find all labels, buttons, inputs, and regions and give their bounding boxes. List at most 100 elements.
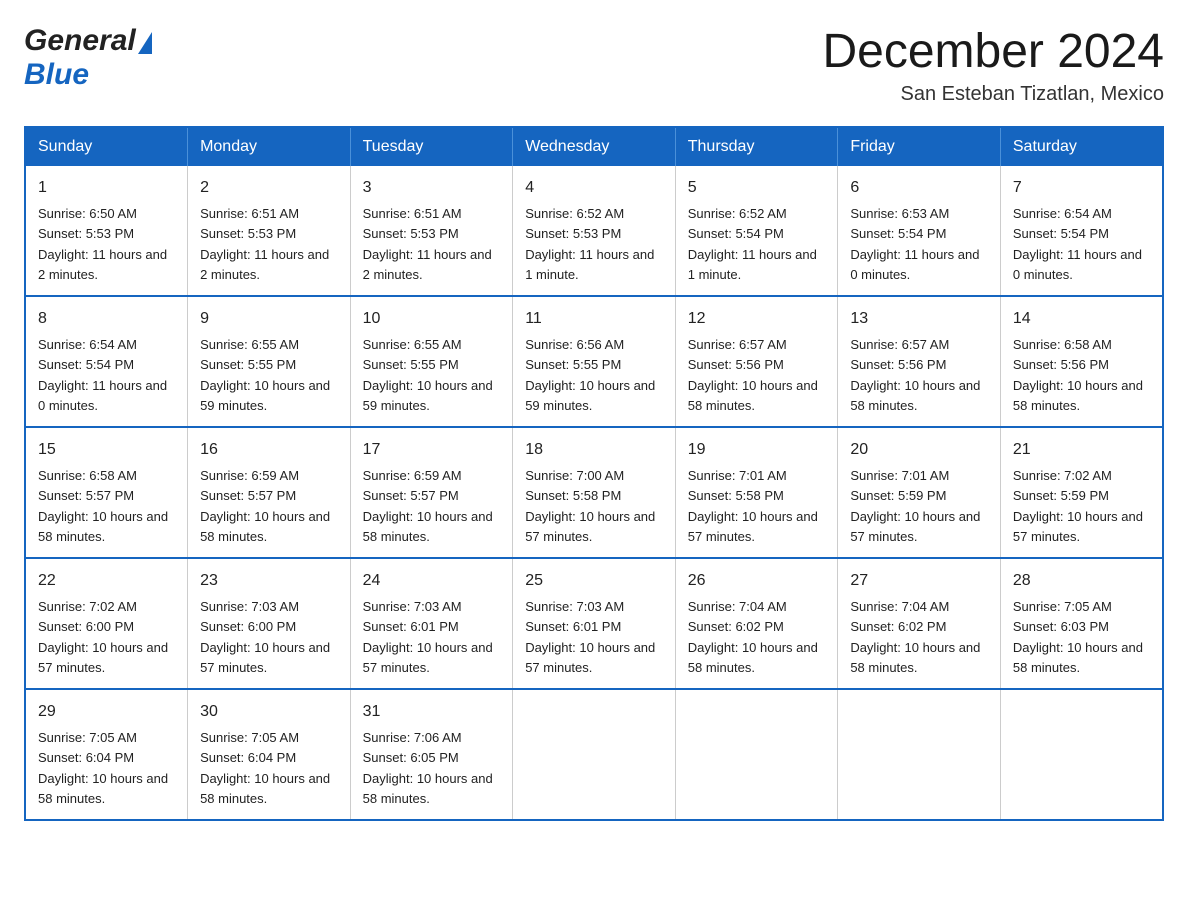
- day-info: Sunrise: 6:57 AMSunset: 5:56 PMDaylight:…: [850, 337, 980, 413]
- logo-blue-text: Blue: [24, 58, 89, 91]
- title-section: December 2024 San Esteban Tizatlan, Mexi…: [822, 24, 1164, 106]
- calendar-cell: [513, 689, 676, 820]
- day-header-thursday: Thursday: [675, 127, 838, 166]
- calendar-week-row: 29 Sunrise: 7:05 AMSunset: 6:04 PMDayligh…: [25, 689, 1163, 820]
- day-number: 8: [38, 307, 175, 331]
- calendar-header-row: SundayMondayTuesdayWednesdayThursdayFrid…: [25, 127, 1163, 166]
- day-number: 12: [688, 307, 826, 331]
- day-info: Sunrise: 7:02 AMSunset: 5:59 PMDaylight:…: [1013, 468, 1143, 544]
- day-number: 29: [38, 700, 175, 724]
- calendar-week-row: 8Sunrise: 6:54 AMSunset: 5:54 PMDaylight…: [25, 296, 1163, 427]
- logo: General Blue: [24, 24, 152, 92]
- calendar-cell: 27 Sunrise: 7:04 AMSunset: 6:02 PMDayligh…: [838, 558, 1001, 689]
- day-number: 2: [200, 176, 338, 200]
- day-number: 1: [38, 176, 175, 200]
- calendar-cell: 7 Sunrise: 6:54 AMSunset: 5:54 PMDaylight…: [1000, 166, 1163, 296]
- calendar-cell: 10Sunrise: 6:55 AMSunset: 5:55 PMDayligh…: [350, 296, 513, 427]
- calendar-cell: 6 Sunrise: 6:53 AMSunset: 5:54 PMDaylight…: [838, 166, 1001, 296]
- day-number: 20: [850, 438, 988, 462]
- day-info: Sunrise: 6:59 AMSunset: 5:57 PMDaylight:…: [363, 468, 493, 544]
- day-number: 9: [200, 307, 338, 331]
- day-number: 27: [850, 569, 988, 593]
- day-info: Sunrise: 6:50 AMSunset: 5:53 PMDaylight:…: [38, 206, 167, 282]
- day-header-friday: Friday: [838, 127, 1001, 166]
- calendar-cell: 11Sunrise: 6:56 AMSunset: 5:55 PMDayligh…: [513, 296, 676, 427]
- day-number: 5: [688, 176, 826, 200]
- day-number: 7: [1013, 176, 1150, 200]
- calendar-cell: [838, 689, 1001, 820]
- day-info: Sunrise: 6:51 AMSunset: 5:53 PMDaylight:…: [363, 206, 492, 282]
- day-info: Sunrise: 7:06 AMSunset: 6:05 PMDaylight:…: [363, 730, 493, 806]
- calendar-cell: 17 Sunrise: 6:59 AMSunset: 5:57 PMDayligh…: [350, 427, 513, 558]
- day-info: Sunrise: 6:54 AMSunset: 5:54 PMDaylight:…: [1013, 206, 1142, 282]
- day-info: Sunrise: 6:58 AMSunset: 5:56 PMDaylight:…: [1013, 337, 1143, 413]
- day-info: Sunrise: 6:56 AMSunset: 5:55 PMDaylight:…: [525, 337, 655, 413]
- calendar-cell: 31Sunrise: 7:06 AMSunset: 6:05 PMDayligh…: [350, 689, 513, 820]
- calendar-cell: 13 Sunrise: 6:57 AMSunset: 5:56 PMDayligh…: [838, 296, 1001, 427]
- calendar-cell: 15Sunrise: 6:58 AMSunset: 5:57 PMDayligh…: [25, 427, 188, 558]
- calendar-cell: 28Sunrise: 7:05 AMSunset: 6:03 PMDayligh…: [1000, 558, 1163, 689]
- calendar-cell: 29 Sunrise: 7:05 AMSunset: 6:04 PMDayligh…: [25, 689, 188, 820]
- month-title: December 2024: [822, 24, 1164, 79]
- day-number: 28: [1013, 569, 1150, 593]
- calendar-cell: 21 Sunrise: 7:02 AMSunset: 5:59 PMDayligh…: [1000, 427, 1163, 558]
- day-header-sunday: Sunday: [25, 127, 188, 166]
- day-info: Sunrise: 7:04 AMSunset: 6:02 PMDaylight:…: [688, 599, 818, 675]
- calendar-cell: 23 Sunrise: 7:03 AMSunset: 6:00 PMDayligh…: [188, 558, 351, 689]
- day-info: Sunrise: 6:57 AMSunset: 5:56 PMDaylight:…: [688, 337, 818, 413]
- calendar-cell: 1 Sunrise: 6:50 AMSunset: 5:53 PMDaylight…: [25, 166, 188, 296]
- calendar-cell: [675, 689, 838, 820]
- page-header: General Blue December 2024 San Esteban T…: [24, 24, 1164, 106]
- calendar-cell: 24 Sunrise: 7:03 AMSunset: 6:01 PMDayligh…: [350, 558, 513, 689]
- day-number: 21: [1013, 438, 1150, 462]
- day-number: 4: [525, 176, 663, 200]
- day-info: Sunrise: 7:03 AMSunset: 6:00 PMDaylight:…: [200, 599, 330, 675]
- calendar-week-row: 1 Sunrise: 6:50 AMSunset: 5:53 PMDaylight…: [25, 166, 1163, 296]
- calendar-week-row: 22Sunrise: 7:02 AMSunset: 6:00 PMDayligh…: [25, 558, 1163, 689]
- day-info: Sunrise: 7:05 AMSunset: 6:04 PMDaylight:…: [200, 730, 330, 806]
- calendar-cell: 25 Sunrise: 7:03 AMSunset: 6:01 PMDayligh…: [513, 558, 676, 689]
- day-info: Sunrise: 6:53 AMSunset: 5:54 PMDaylight:…: [850, 206, 979, 282]
- day-header-saturday: Saturday: [1000, 127, 1163, 166]
- calendar-cell: 5 Sunrise: 6:52 AMSunset: 5:54 PMDaylight…: [675, 166, 838, 296]
- day-info: Sunrise: 7:02 AMSunset: 6:00 PMDaylight:…: [38, 599, 168, 675]
- day-header-monday: Monday: [188, 127, 351, 166]
- calendar-week-row: 15Sunrise: 6:58 AMSunset: 5:57 PMDayligh…: [25, 427, 1163, 558]
- calendar-cell: 16Sunrise: 6:59 AMSunset: 5:57 PMDayligh…: [188, 427, 351, 558]
- day-number: 30: [200, 700, 338, 724]
- calendar-cell: 4Sunrise: 6:52 AMSunset: 5:53 PMDaylight…: [513, 166, 676, 296]
- day-number: 3: [363, 176, 501, 200]
- day-number: 18: [525, 438, 663, 462]
- calendar-cell: [1000, 689, 1163, 820]
- day-number: 14: [1013, 307, 1150, 331]
- day-info: Sunrise: 7:04 AMSunset: 6:02 PMDaylight:…: [850, 599, 980, 675]
- day-number: 25: [525, 569, 663, 593]
- day-number: 13: [850, 307, 988, 331]
- day-info: Sunrise: 6:52 AMSunset: 5:54 PMDaylight:…: [688, 206, 817, 282]
- day-info: Sunrise: 6:51 AMSunset: 5:53 PMDaylight:…: [200, 206, 329, 282]
- calendar-cell: 18 Sunrise: 7:00 AMSunset: 5:58 PMDayligh…: [513, 427, 676, 558]
- calendar-table: SundayMondayTuesdayWednesdayThursdayFrid…: [24, 126, 1164, 821]
- day-info: Sunrise: 6:59 AMSunset: 5:57 PMDaylight:…: [200, 468, 330, 544]
- day-number: 15: [38, 438, 175, 462]
- calendar-cell: 12 Sunrise: 6:57 AMSunset: 5:56 PMDayligh…: [675, 296, 838, 427]
- day-header-wednesday: Wednesday: [513, 127, 676, 166]
- day-info: Sunrise: 6:55 AMSunset: 5:55 PMDaylight:…: [363, 337, 493, 413]
- day-number: 26: [688, 569, 826, 593]
- calendar-cell: 2 Sunrise: 6:51 AMSunset: 5:53 PMDaylight…: [188, 166, 351, 296]
- day-number: 19: [688, 438, 826, 462]
- day-info: Sunrise: 7:03 AMSunset: 6:01 PMDaylight:…: [525, 599, 655, 675]
- day-number: 23: [200, 569, 338, 593]
- calendar-cell: 20Sunrise: 7:01 AMSunset: 5:59 PMDayligh…: [838, 427, 1001, 558]
- calendar-cell: 30 Sunrise: 7:05 AMSunset: 6:04 PMDayligh…: [188, 689, 351, 820]
- day-info: Sunrise: 7:00 AMSunset: 5:58 PMDaylight:…: [525, 468, 655, 544]
- day-number: 17: [363, 438, 501, 462]
- calendar-cell: 19Sunrise: 7:01 AMSunset: 5:58 PMDayligh…: [675, 427, 838, 558]
- location-label: San Esteban Tizatlan, Mexico: [822, 83, 1164, 106]
- day-info: Sunrise: 7:03 AMSunset: 6:01 PMDaylight:…: [363, 599, 493, 675]
- day-number: 24: [363, 569, 501, 593]
- day-info: Sunrise: 7:05 AMSunset: 6:04 PMDaylight:…: [38, 730, 168, 806]
- calendar-cell: 9Sunrise: 6:55 AMSunset: 5:55 PMDaylight…: [188, 296, 351, 427]
- logo-general-text: General: [24, 24, 136, 58]
- day-number: 6: [850, 176, 988, 200]
